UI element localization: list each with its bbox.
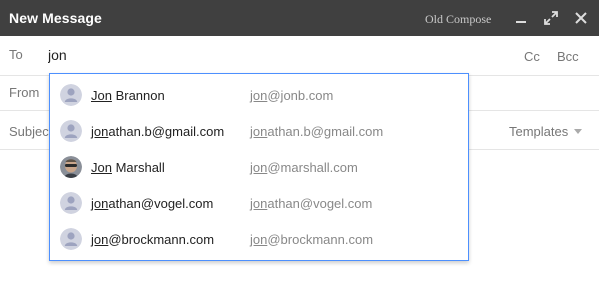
cc-link[interactable]: Cc — [524, 49, 540, 64]
old-compose-link[interactable]: Old Compose — [425, 12, 491, 27]
templates-label: Templates — [509, 124, 569, 139]
default-person-icon — [60, 192, 82, 214]
suggestion-email: jonathan.b@gmail.com — [250, 124, 384, 139]
subject-label: Subject — [9, 124, 53, 139]
suggestion-name: Jon Marshall — [91, 160, 165, 175]
suggestion-item[interactable]: Jon Brannon jon@jonb.com — [50, 77, 468, 113]
suggestion-email: jon@brockmann.com — [250, 232, 374, 247]
suggestion-name: jonathan@vogel.com — [91, 196, 214, 211]
window-title: New Message — [9, 10, 102, 26]
autocomplete-dropdown: Jon Brannon jon@jonb.com jonathan.b@gmai… — [49, 73, 469, 261]
close-icon[interactable] — [573, 10, 589, 26]
from-label: From — [9, 85, 40, 100]
to-input[interactable] — [48, 45, 348, 65]
suggestion-name: Jon Brannon — [91, 88, 165, 103]
default-person-icon — [60, 84, 82, 106]
suggestion-item[interactable]: jonathan.b@gmail.com jonathan.b@gmail.co… — [50, 113, 468, 149]
expand-icon[interactable] — [543, 10, 559, 26]
suggestion-email: jon@jonb.com — [250, 88, 334, 103]
contact-photo — [60, 156, 82, 178]
suggestion-item[interactable]: jonathan@vogel.com jonathan@vogel.com — [50, 185, 468, 221]
suggestion-item[interactable]: jon@brockmann.com jon@brockmann.com — [50, 221, 468, 257]
compose-titlebar[interactable]: New Message Old Compose — [0, 0, 599, 36]
default-person-icon — [60, 120, 82, 142]
to-label: To — [9, 47, 23, 62]
chevron-down-icon — [574, 129, 583, 134]
suggestion-item[interactable]: Jon Marshall jon@marshall.com — [50, 149, 468, 185]
default-person-icon — [60, 228, 82, 250]
templates-dropdown[interactable]: Templates — [509, 124, 583, 139]
suggestion-email: jonathan@vogel.com — [250, 196, 373, 211]
bcc-link[interactable]: Bcc — [557, 49, 579, 64]
suggestion-name: jonathan.b@gmail.com — [91, 124, 225, 139]
to-row: To Cc Bcc — [0, 36, 599, 76]
suggestion-email: jon@marshall.com — [250, 160, 358, 175]
minimize-icon[interactable] — [513, 10, 529, 26]
suggestion-name: jon@brockmann.com — [91, 232, 215, 247]
